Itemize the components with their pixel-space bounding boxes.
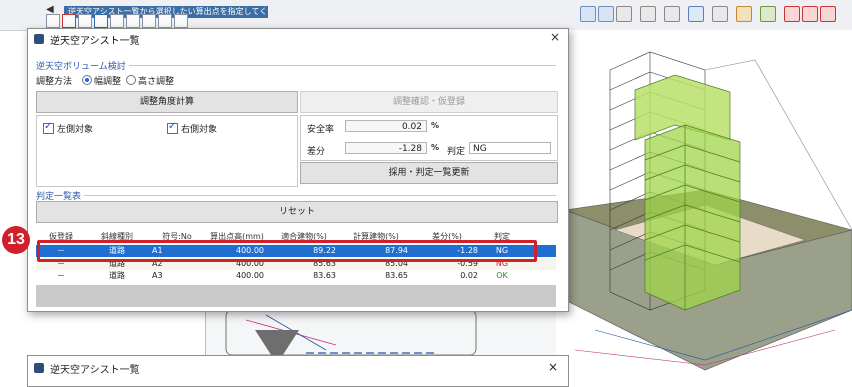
table-empty-area xyxy=(36,285,556,307)
grid-icon[interactable] xyxy=(640,6,656,22)
cell-line-type: 道路 xyxy=(109,271,125,280)
diff-unit: % xyxy=(431,143,440,152)
3d-view[interactable] xyxy=(555,30,852,373)
tool-icon[interactable] xyxy=(142,14,156,28)
left-target-checkbox[interactable] xyxy=(43,121,54,134)
building-model xyxy=(564,51,852,371)
safety-field: 0.02 xyxy=(345,120,427,132)
tool-icon[interactable] xyxy=(174,14,188,28)
undo-icon[interactable] xyxy=(736,6,752,22)
view-icon[interactable] xyxy=(580,6,596,22)
group-divider xyxy=(36,195,556,196)
view-icon[interactable] xyxy=(598,6,614,22)
tool-icon[interactable] xyxy=(158,14,172,28)
adopt-update-button[interactable]: 採用・判定一覧更新 xyxy=(300,162,558,184)
sun-icon[interactable] xyxy=(712,6,728,22)
move-icon[interactable] xyxy=(820,6,836,22)
dialog-title: 逆天空アシスト一覧 xyxy=(50,365,140,376)
cell-calc-building: 83.65 xyxy=(385,271,408,280)
diff-label: 差分 xyxy=(307,147,326,157)
calc-angle-button[interactable]: 調整角度計算 xyxy=(36,91,298,113)
app-icon xyxy=(34,363,44,373)
app-icon xyxy=(34,34,44,44)
cell-code: A3 xyxy=(152,271,163,280)
table-row[interactable]: － 道路 A3 400.00 83.63 83.65 0.02 OK xyxy=(36,270,556,282)
cell-conform-building: 83.63 xyxy=(313,271,336,280)
height-adjust-label: 高さ調整 xyxy=(138,77,175,87)
judge-field: NG xyxy=(469,142,551,154)
width-adjust-label: 幅調整 xyxy=(94,77,122,87)
judge-label: 判定 xyxy=(447,147,466,157)
target-panel: 左側対象 右側対象 xyxy=(36,115,298,187)
selected-row-highlight xyxy=(37,240,537,262)
window-icon[interactable] xyxy=(688,6,704,22)
height-adjust-radio[interactable] xyxy=(126,75,136,85)
paint-icon[interactable] xyxy=(760,6,776,22)
reverse-sky-assist-dialog-2: 逆天空アシスト一覧 × xyxy=(27,355,569,387)
volume-group-label: 逆天空ボリューム検討 xyxy=(36,59,129,72)
adjust-method-label: 調整方法 xyxy=(36,77,73,87)
result-panel: 安全率 0.02 % 差分 -1.28 % 判定 NG xyxy=(300,115,558,161)
close-icon[interactable]: × xyxy=(548,30,562,44)
close-icon[interactable]: × xyxy=(548,360,558,374)
tool-icon[interactable] xyxy=(110,14,124,28)
tool-icon[interactable] xyxy=(94,14,108,28)
cell-point-height: 400.00 xyxy=(236,271,264,280)
tool-icon[interactable] xyxy=(78,14,92,28)
move-icon[interactable] xyxy=(802,6,818,22)
grid-icon[interactable] xyxy=(616,6,632,22)
reset-button[interactable]: リセット xyxy=(36,201,558,223)
width-adjust-radio[interactable] xyxy=(82,75,92,85)
right-target-label: 右側対象 xyxy=(181,125,218,135)
tool-icon[interactable] xyxy=(126,14,140,28)
step-badge: 13 xyxy=(2,226,30,254)
cell-diff: 0.02 xyxy=(460,271,478,280)
safety-unit: % xyxy=(431,121,440,130)
dialog-title: 逆天空アシスト一覧 xyxy=(50,36,140,47)
reverse-sky-assist-dialog: 逆天空アシスト一覧 × 逆天空ボリューム検討 調整方法 幅調整 高さ調整 調整角… xyxy=(27,28,569,312)
right-target-checkbox[interactable] xyxy=(167,121,178,134)
move-icon[interactable] xyxy=(784,6,800,22)
left-target-label: 左側対象 xyxy=(57,125,94,135)
delete-icon[interactable] xyxy=(62,14,76,28)
cell-judge: OK xyxy=(496,271,508,280)
diff-field: -1.28 xyxy=(345,142,427,154)
top-toolbar: ◀ 逆天空アシスト一覧から選択したい算出点を指定してください。 xyxy=(0,0,852,31)
view-toolbar xyxy=(580,2,850,24)
layer-icon[interactable] xyxy=(664,6,680,22)
confirm-register-button[interactable]: 調整確認・仮登録 xyxy=(300,91,558,113)
tool-icon[interactable] xyxy=(46,14,60,28)
cell-provisional: － xyxy=(57,271,65,280)
safety-label: 安全率 xyxy=(307,125,335,135)
